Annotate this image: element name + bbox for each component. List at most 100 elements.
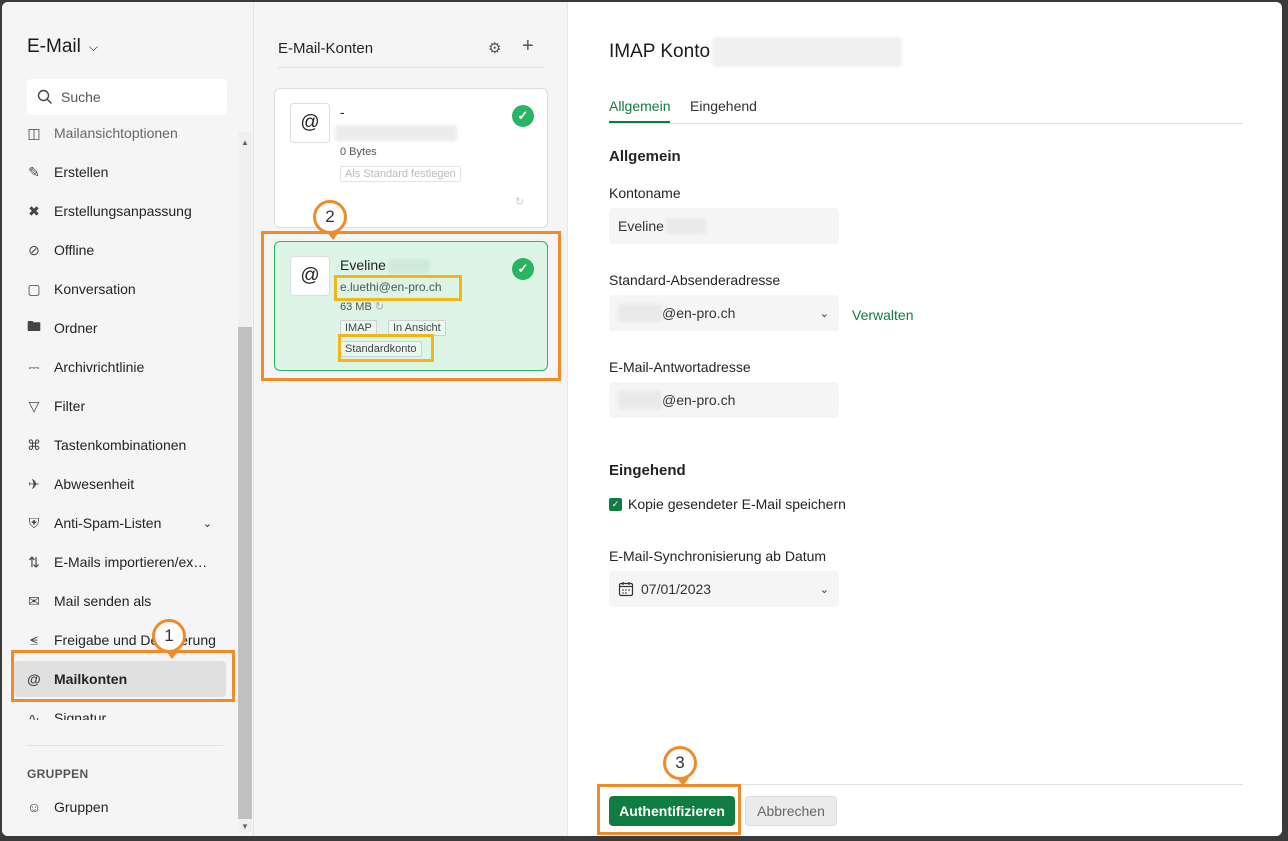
section-heading-incoming: Eingehend	[609, 462, 686, 479]
calendar-icon	[618, 582, 634, 597]
sidebar-item-send-as[interactable]: ✉ Mail senden als	[14, 583, 226, 619]
check-icon: ✓	[512, 105, 534, 127]
sidebar-item-signature[interactable]: ∿ Signatur	[14, 700, 226, 721]
sync-icon: ↻	[515, 196, 525, 208]
copy-sent-label: Kopie gesendeter E-Mail speichern	[628, 496, 846, 512]
scrollbar-thumb[interactable]	[238, 327, 252, 819]
sidebar-item-label: Freigabe und Delegierung	[54, 632, 216, 648]
sidebar-item-shortcuts[interactable]: ⌘ Tastenkombinationen	[14, 427, 226, 463]
sidebar-item-compose[interactable]: ✎ Erstellen	[14, 154, 226, 190]
redacted-value	[618, 391, 662, 409]
nav-scrollbar[interactable]: ▲ ▼	[238, 132, 252, 832]
detail-title-text: IMAP Konto	[609, 41, 711, 62]
app-title-label: E-Mail	[27, 36, 81, 57]
account-name-label: Kontoname	[609, 185, 681, 201]
step-marker-2: 2	[313, 200, 347, 240]
search-icon	[37, 89, 52, 104]
filter-icon: ▽	[28, 397, 40, 414]
account-card-selected[interactable]: @ ✓ Eveline e.luethi@en-pro.ch 63 MB ↻ I…	[274, 241, 548, 371]
sidebar-item-label: Abwesenheit	[54, 476, 135, 492]
copy-sent-checkbox-row[interactable]: ✓ Kopie gesendeter E-Mail speichern	[609, 496, 846, 512]
sidebar-item-label: Erstellungsanpassung	[54, 203, 192, 219]
settings-nav: E-Mail ⌵ Suche ◫ Mailansichtoptionen ✎ Ers…	[2, 2, 254, 836]
account-size: 63 MB ↻	[340, 300, 384, 313]
sidebar-item-label: Tastenkombinationen	[54, 437, 187, 453]
plane-icon: ✈	[28, 475, 40, 492]
tab-incoming[interactable]: Eingehend	[690, 98, 757, 114]
conversation-icon: ▢	[27, 280, 41, 297]
chevron-down-icon: ⌄	[819, 583, 829, 596]
sidebar-item-archive-policy[interactable]: ⎓ Archivrichtlinie	[14, 349, 226, 385]
sidebar-item-offline[interactable]: ⊘ Offline	[14, 232, 226, 268]
reply-address-value: @en-pro.ch	[662, 392, 736, 408]
manage-link[interactable]: Verwalten	[852, 307, 913, 323]
sidebar-item-label: Konversation	[54, 281, 136, 297]
authenticate-button[interactable]: Authentifizieren	[609, 796, 735, 826]
at-icon: @	[27, 671, 41, 687]
detail-title: IMAP Konto	[609, 37, 903, 67]
sidebar-item-conversation[interactable]: ▢ Konversation	[14, 271, 226, 307]
sidebar-item-out-of-office[interactable]: ✈ Abwesenheit	[14, 466, 226, 502]
add-account-button[interactable]: +	[522, 35, 534, 58]
account-email: e.luethi@en-pro.ch	[340, 280, 442, 294]
sidebar-item-folder[interactable]: 🖿 Ordner	[14, 310, 226, 346]
compose-icon: ✎	[28, 163, 40, 180]
account-name: Eveline	[340, 257, 430, 274]
account-size-text: 63 MB	[340, 301, 372, 313]
sidebar-item-label: Mailansichtoptionen	[54, 125, 178, 141]
sidebar-item-import-export[interactable]: ⇅ E-Mails importieren/ex…	[14, 544, 226, 580]
sync-icon: ↻	[374, 301, 385, 313]
layout-icon: ◫	[27, 124, 41, 141]
sidebar-item-anti-spam[interactable]: ⛨ Anti-Spam-Listen ⌄	[14, 505, 226, 541]
account-name-field[interactable]: Eveline	[609, 208, 839, 244]
account-name-value: Eveline	[618, 218, 664, 234]
default-account-tag: Standardkonto	[340, 341, 422, 357]
account-name: -	[340, 104, 345, 120]
redacted-value	[665, 218, 706, 234]
settings-window: E-Mail ⌵ Suche ◫ Mailansichtoptionen ✎ Ers…	[2, 2, 1282, 836]
sidebar-item-filter[interactable]: ▽ Filter	[14, 388, 226, 424]
scroll-up-arrow-icon[interactable]: ▲	[241, 138, 249, 147]
archive-icon: ⎓	[28, 358, 40, 375]
reply-address-field[interactable]: @en-pro.ch	[609, 382, 839, 418]
redacted-name	[387, 259, 430, 274]
sync-date-label: E-Mail-Synchronisierung ab Datum	[609, 548, 827, 564]
account-size: 0 Bytes	[340, 146, 377, 158]
sidebar-item-label: E-Mails importieren/ex…	[54, 554, 208, 570]
section-heading-general: Allgemein	[609, 148, 681, 165]
imap-tag: IMAP	[340, 320, 377, 336]
groups-heading: GRUPPEN	[27, 767, 89, 781]
step-marker-3: 3	[663, 746, 697, 786]
cancel-button[interactable]: Abbrechen	[745, 796, 837, 826]
sidebar-item-sharing[interactable]: ⪬ Freigabe und Delegierung	[14, 622, 226, 658]
sender-address-label: Standard-Absenderadresse	[609, 272, 781, 288]
signature-icon: ∿	[28, 709, 40, 721]
offline-icon: ⊘	[28, 241, 40, 258]
checkbox-checked-icon[interactable]: ✓	[609, 497, 622, 511]
set-default-button[interactable]: Als Standard festlegen	[340, 166, 461, 182]
sidebar-item-mail-accounts[interactable]: @ Mailkonten	[14, 661, 226, 697]
sender-address-value: @en-pro.ch	[662, 305, 736, 321]
app-title[interactable]: E-Mail ⌵	[27, 36, 98, 58]
scroll-down-arrow-icon[interactable]: ▼	[241, 822, 249, 831]
import-export-icon: ⇅	[28, 553, 40, 570]
sidebar-item-label: Gruppen	[54, 799, 109, 815]
accounts-header: E-Mail-Konten	[278, 40, 374, 57]
sync-date-picker[interactable]: 07/01/2023 ⌄	[609, 571, 839, 607]
sidebar-item-mail-view-options[interactable]: ◫ Mailansichtoptionen	[14, 120, 226, 151]
accounts-column: E-Mail-Konten ⚙ + @ ✓ - 0 Bytes Als Stan…	[254, 2, 568, 836]
tab-general[interactable]: Allgemein	[609, 98, 671, 123]
chevron-down-icon: ⌵	[88, 39, 98, 54]
search-input[interactable]: Suche	[27, 79, 227, 115]
account-name-text: Eveline	[340, 257, 386, 273]
gear-icon[interactable]: ⚙	[488, 39, 501, 57]
redacted-title	[712, 37, 903, 67]
check-icon: ✓	[512, 258, 534, 280]
divider	[27, 745, 223, 746]
at-icon: @	[290, 103, 330, 143]
sidebar-item-label: Erstellen	[54, 164, 109, 180]
sender-address-select[interactable]: @en-pro.ch ⌄	[609, 295, 839, 331]
sidebar-item-compose-customization[interactable]: ✖ Erstellungsanpassung	[14, 193, 226, 229]
sidebar-item-label: Filter	[54, 398, 86, 414]
sidebar-item-groups[interactable]: ☺ Gruppen	[14, 789, 226, 825]
